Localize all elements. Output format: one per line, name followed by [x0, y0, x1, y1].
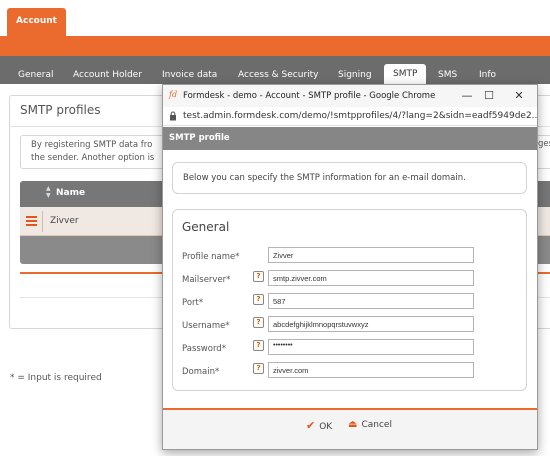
info-line-1-tail: ges	[538, 139, 550, 149]
password-input[interactable]: ••••••••	[268, 339, 474, 355]
domain-input[interactable]: zivver.com	[268, 362, 474, 378]
username-label: Username*	[182, 321, 230, 331]
help-icon[interactable]: ?	[253, 340, 264, 351]
username-input[interactable]: abcdefghijklmnopqrstuvwxyz	[268, 316, 474, 332]
check-icon: ✔	[306, 419, 316, 432]
address-bar[interactable]: test.admin.formdesk.com/demo/!smtpprofil…	[163, 107, 538, 126]
cancel-label: Cancel	[361, 420, 392, 430]
url-text: test.admin.formdesk.com/demo/!smtpprofil…	[183, 111, 538, 121]
lock-icon	[170, 111, 176, 121]
tab-sms[interactable]: SMS	[438, 70, 457, 80]
tab-access-security[interactable]: Access & Security	[238, 70, 319, 80]
description-box: Below you can specify the SMTP informati…	[172, 162, 527, 194]
ok-label: OK	[319, 422, 333, 432]
exit-icon: ⏏	[348, 419, 358, 430]
port-label: Port*	[182, 298, 204, 308]
section-title: General	[182, 220, 230, 234]
tab-info[interactable]: Info	[479, 70, 496, 80]
tab-smtp[interactable]: SMTP	[384, 64, 427, 84]
password-label: Password*	[182, 344, 226, 354]
form-footer: ✔ OK ⏏ Cancel	[163, 408, 537, 449]
help-icon[interactable]: ?	[253, 294, 264, 305]
tab-general[interactable]: General	[18, 70, 53, 80]
help-icon[interactable]: ?	[253, 317, 264, 328]
column-name[interactable]: Name	[56, 188, 85, 198]
column-separator	[42, 211, 43, 232]
profile-name-input[interactable]: Zivver	[268, 247, 474, 263]
maximize-icon[interactable]: ☐	[481, 88, 497, 104]
help-icon[interactable]: ?	[253, 271, 264, 282]
mailserver-input[interactable]: smtp.zivver.com	[268, 270, 474, 286]
form-title: SMTP profile	[169, 133, 230, 143]
top-header	[0, 0, 550, 36]
formdesk-logo-icon: fd	[169, 90, 178, 99]
mailserver-label: Mailserver*	[182, 275, 231, 285]
header-bar	[0, 36, 550, 56]
tab-signing[interactable]: Signing	[338, 70, 372, 80]
tab-invoice-data[interactable]: Invoice data	[162, 70, 217, 80]
required-note: * = Input is required	[10, 373, 102, 383]
window-titlebar[interactable]: fd Formdesk - demo - Account - SMTP prof…	[163, 85, 537, 107]
window-title: Formdesk - demo - Account - SMTP profile…	[183, 91, 436, 101]
ok-button[interactable]: ✔ OK	[306, 419, 332, 432]
minimize-icon[interactable]: —	[459, 88, 475, 104]
form-header: SMTP profile	[163, 127, 537, 150]
drag-handle-icon[interactable]	[26, 216, 37, 226]
help-icon[interactable]: ?	[253, 363, 264, 374]
port-input[interactable]: 587	[268, 293, 474, 309]
domain-label: Domain*	[182, 367, 220, 377]
sort-icon[interactable]: ▲ ▼	[46, 185, 51, 199]
tab-account-holder[interactable]: Account Holder	[73, 70, 142, 80]
profile-name-label: Profile name*	[182, 252, 240, 262]
row-name-cell[interactable]: Zivver	[50, 216, 79, 226]
close-icon[interactable]: ✕	[511, 88, 527, 104]
page-title: SMTP profiles	[20, 103, 101, 117]
account-tab[interactable]: Account	[7, 8, 66, 38]
smtp-profile-window: fd Formdesk - demo - Account - SMTP prof…	[162, 84, 538, 450]
cancel-button[interactable]: ⏏ Cancel	[348, 419, 392, 430]
nav-bar: General Account Holder Invoice data Acce…	[0, 56, 550, 84]
